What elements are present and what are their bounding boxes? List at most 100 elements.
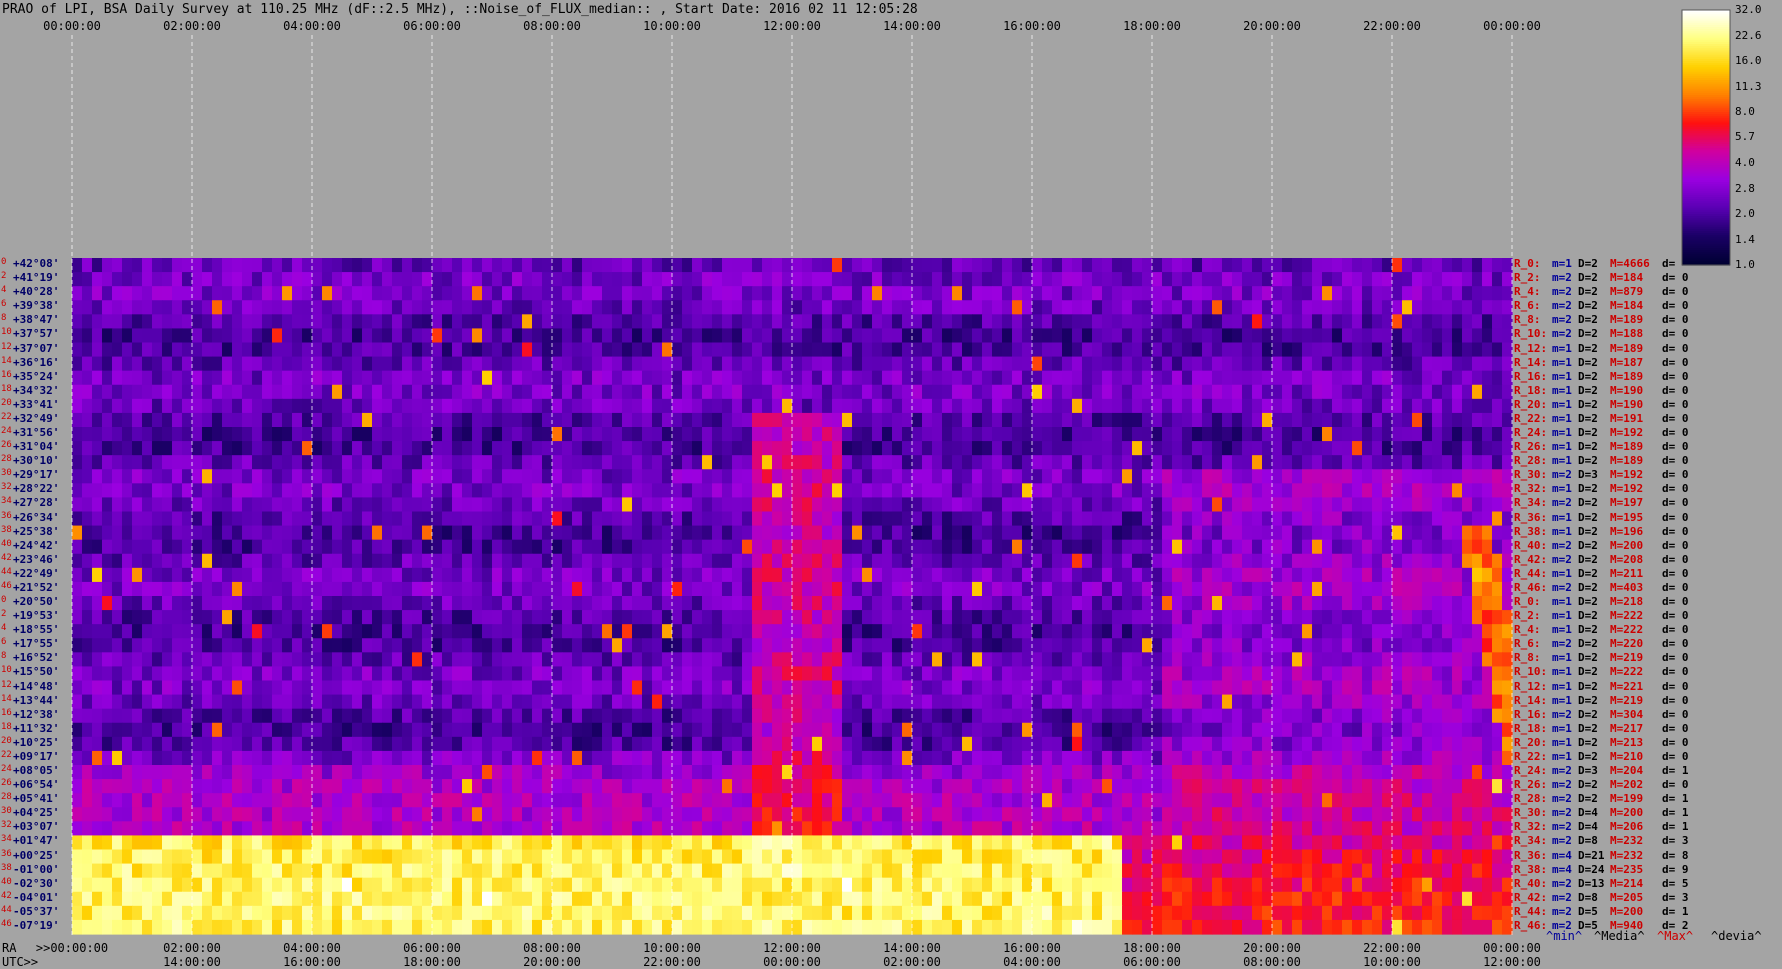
heatmap-cell	[1022, 455, 1033, 470]
heatmap-cell	[282, 596, 293, 611]
heatmap-cell	[742, 371, 753, 386]
heatmap-cell	[422, 666, 433, 681]
heatmap-cell	[432, 638, 443, 653]
heatmap-cell	[552, 343, 563, 358]
heatmap-cell	[542, 385, 553, 400]
heatmap-cell	[1252, 709, 1263, 724]
heatmap-cell	[472, 441, 483, 456]
heatmap-cell	[112, 300, 123, 315]
heatmap-cell	[962, 638, 973, 653]
heatmap-cell	[542, 300, 553, 315]
heatmap-cell	[862, 709, 873, 724]
heatmap-cell	[1302, 258, 1313, 273]
heatmap-cell	[1252, 272, 1263, 287]
heatmap-cell	[262, 681, 273, 696]
heatmap-cell	[132, 328, 143, 343]
heatmap-cell	[1392, 709, 1403, 724]
heatmap-cell	[872, 610, 883, 625]
heatmap-cell	[92, 300, 103, 315]
heatmap-cell	[272, 582, 283, 597]
heatmap-cell	[512, 624, 523, 639]
heatmap-cell	[732, 441, 743, 456]
heatmap-cell	[1112, 526, 1123, 541]
heatmap-cell	[92, 483, 103, 498]
heatmap-cell	[652, 258, 663, 273]
heatmap-cell	[1262, 441, 1273, 456]
heatmap-cell	[1192, 681, 1203, 696]
heatmap-cell	[1312, 385, 1323, 400]
heatmap-cell	[1492, 455, 1503, 470]
heatmap-cell	[252, 695, 263, 710]
heatmap-cell	[872, 469, 883, 484]
heatmap-cell	[292, 723, 303, 738]
heatmap-cell	[262, 385, 273, 400]
heatmap-cell	[822, 512, 833, 527]
heatmap-cell	[1092, 399, 1103, 414]
heatmap-cell	[382, 652, 393, 667]
heatmap-cell	[962, 652, 973, 667]
heatmap-cell	[1012, 357, 1023, 372]
heatmap-cell	[422, 709, 433, 724]
heatmap-cell	[972, 371, 983, 386]
heatmap-cell	[712, 399, 723, 414]
heatmap-cell	[202, 526, 213, 541]
heatmap-cell	[362, 709, 373, 724]
heatmap-cell	[922, 399, 933, 414]
heatmap-cell	[282, 540, 293, 555]
heatmap-cell	[812, 512, 823, 527]
heatmap-cell	[692, 681, 703, 696]
heatmap-cell	[902, 652, 913, 667]
heatmap-cell	[242, 695, 253, 710]
heatmap-cell	[942, 413, 953, 428]
heatmap-cell	[1182, 441, 1193, 456]
heatmap-cell	[1172, 723, 1183, 738]
heatmap-cell	[532, 582, 543, 597]
heatmap-cell	[652, 441, 663, 456]
heatmap-cell	[802, 638, 813, 653]
heatmap-cell	[342, 737, 353, 752]
heatmap-cell	[162, 695, 173, 710]
heatmap-cell	[722, 596, 733, 611]
heatmap-cell	[1482, 554, 1493, 569]
heatmap-cell	[182, 483, 193, 498]
heatmap-cell	[1382, 638, 1393, 653]
heatmap-cell	[882, 624, 893, 639]
heatmap-cell	[92, 723, 103, 738]
heatmap-cell	[762, 286, 773, 301]
heatmap-cell	[302, 441, 313, 456]
heatmap-cell	[1082, 540, 1093, 555]
heatmap-cell	[1172, 554, 1183, 569]
heatmap-cell	[822, 427, 833, 442]
heatmap-cell	[1082, 300, 1093, 315]
heatmap-cell	[1252, 526, 1263, 541]
heatmap-cell	[1282, 300, 1293, 315]
heatmap-cell	[802, 610, 813, 625]
heatmap-cell	[132, 652, 143, 667]
heatmap-cell	[1032, 652, 1043, 667]
heatmap-cell	[172, 258, 183, 273]
heatmap-cell	[1442, 497, 1453, 512]
heatmap-cell	[1282, 723, 1293, 738]
heatmap-cell	[572, 258, 583, 273]
heatmap-cell	[1462, 413, 1473, 428]
heatmap-cell	[1062, 357, 1073, 372]
heatmap-cell	[1422, 483, 1433, 498]
heatmap-cell	[1482, 596, 1493, 611]
heatmap-cell	[162, 483, 173, 498]
heatmap-cell	[1002, 638, 1013, 653]
heatmap-cell	[72, 399, 83, 414]
heatmap-cell	[932, 300, 943, 315]
heatmap-cell	[992, 526, 1003, 541]
heatmap-cell	[322, 737, 333, 752]
heatmap-cell	[772, 526, 783, 541]
heatmap-cell	[1422, 624, 1433, 639]
heatmap-cell	[262, 540, 273, 555]
heatmap-cell	[722, 328, 733, 343]
heatmap-cell	[72, 526, 83, 541]
heatmap-cell	[622, 596, 633, 611]
heatmap-cell	[1072, 526, 1083, 541]
heatmap-cell	[612, 399, 623, 414]
heatmap-cell	[842, 385, 853, 400]
heatmap-cell	[972, 258, 983, 273]
heatmap-cell	[822, 596, 833, 611]
